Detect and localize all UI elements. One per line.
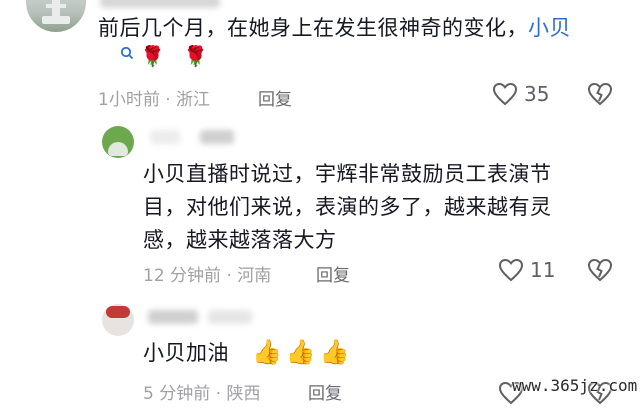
dislike-heart-icon	[587, 82, 613, 106]
reply-button[interactable]: 回复	[316, 261, 350, 286]
comment-time: 12 分钟前	[143, 266, 222, 286]
comment-meta: 12 分钟前 · 河南	[143, 261, 271, 286]
reply-button[interactable]: 回复	[258, 85, 292, 110]
username-blurred	[208, 310, 252, 324]
separator: ·	[165, 90, 171, 110]
comment-text: 小贝加油	[143, 337, 229, 370]
like-count: 11	[530, 258, 556, 282]
avatar[interactable]	[102, 126, 134, 158]
comment-meta: 5 分钟前 · 陕西	[143, 379, 260, 404]
comment-location: 河南	[237, 266, 272, 286]
like-button[interactable]: 11	[498, 258, 555, 282]
rose-emoji: 🌹 🌹	[140, 44, 215, 68]
dislike-heart-icon	[587, 258, 613, 282]
username-blurred	[200, 130, 234, 144]
like-button[interactable]: 35	[492, 82, 549, 106]
comment-line: 小贝直播时说过，宇辉非常鼓励员工表演节	[143, 162, 552, 186]
like-count: 35	[524, 82, 550, 106]
comment-line: 目，对他们来说，表演的多了，越来越有灵	[143, 195, 552, 219]
username-blurred	[148, 310, 198, 324]
comment-time: 1小时前	[98, 90, 160, 110]
comment-text: 前后几个月，在她身上在发生很神奇的变化，小贝	[98, 12, 628, 45]
dislike-button[interactable]	[586, 82, 614, 110]
avatar-image	[42, 0, 70, 24]
username-blurred	[150, 130, 180, 144]
comment-location: 浙江	[176, 90, 211, 110]
comment-text: 小贝直播时说过，宇辉非常鼓励员工表演节 目，对他们来说，表演的多了，越来越有灵 …	[143, 158, 633, 257]
search-icon[interactable]	[120, 46, 134, 64]
mention-link[interactable]: 小贝	[528, 16, 571, 40]
comment-body: 前后几个月，在她身上在发生很神奇的变化，	[98, 16, 528, 40]
heart-icon	[498, 258, 524, 282]
separator: ·	[226, 266, 232, 286]
comment-location: 陕西	[226, 384, 261, 404]
reply-button[interactable]: 回复	[308, 379, 342, 404]
thumbs-up-emoji: 👍👍👍	[252, 338, 354, 366]
heart-icon	[492, 82, 518, 106]
avatar[interactable]	[102, 304, 134, 336]
comment-body: 小贝加油	[143, 341, 229, 365]
comment-time: 5 分钟前	[143, 384, 211, 404]
comment-line: 感，越来越落落大方	[143, 228, 337, 252]
dislike-button[interactable]	[586, 258, 614, 286]
watermark: www.365jz.com	[512, 376, 638, 395]
username-blurred	[100, 0, 220, 8]
avatar[interactable]	[26, 0, 86, 32]
comment-meta: 1小时前 · 浙江	[98, 85, 210, 110]
separator: ·	[215, 384, 222, 404]
